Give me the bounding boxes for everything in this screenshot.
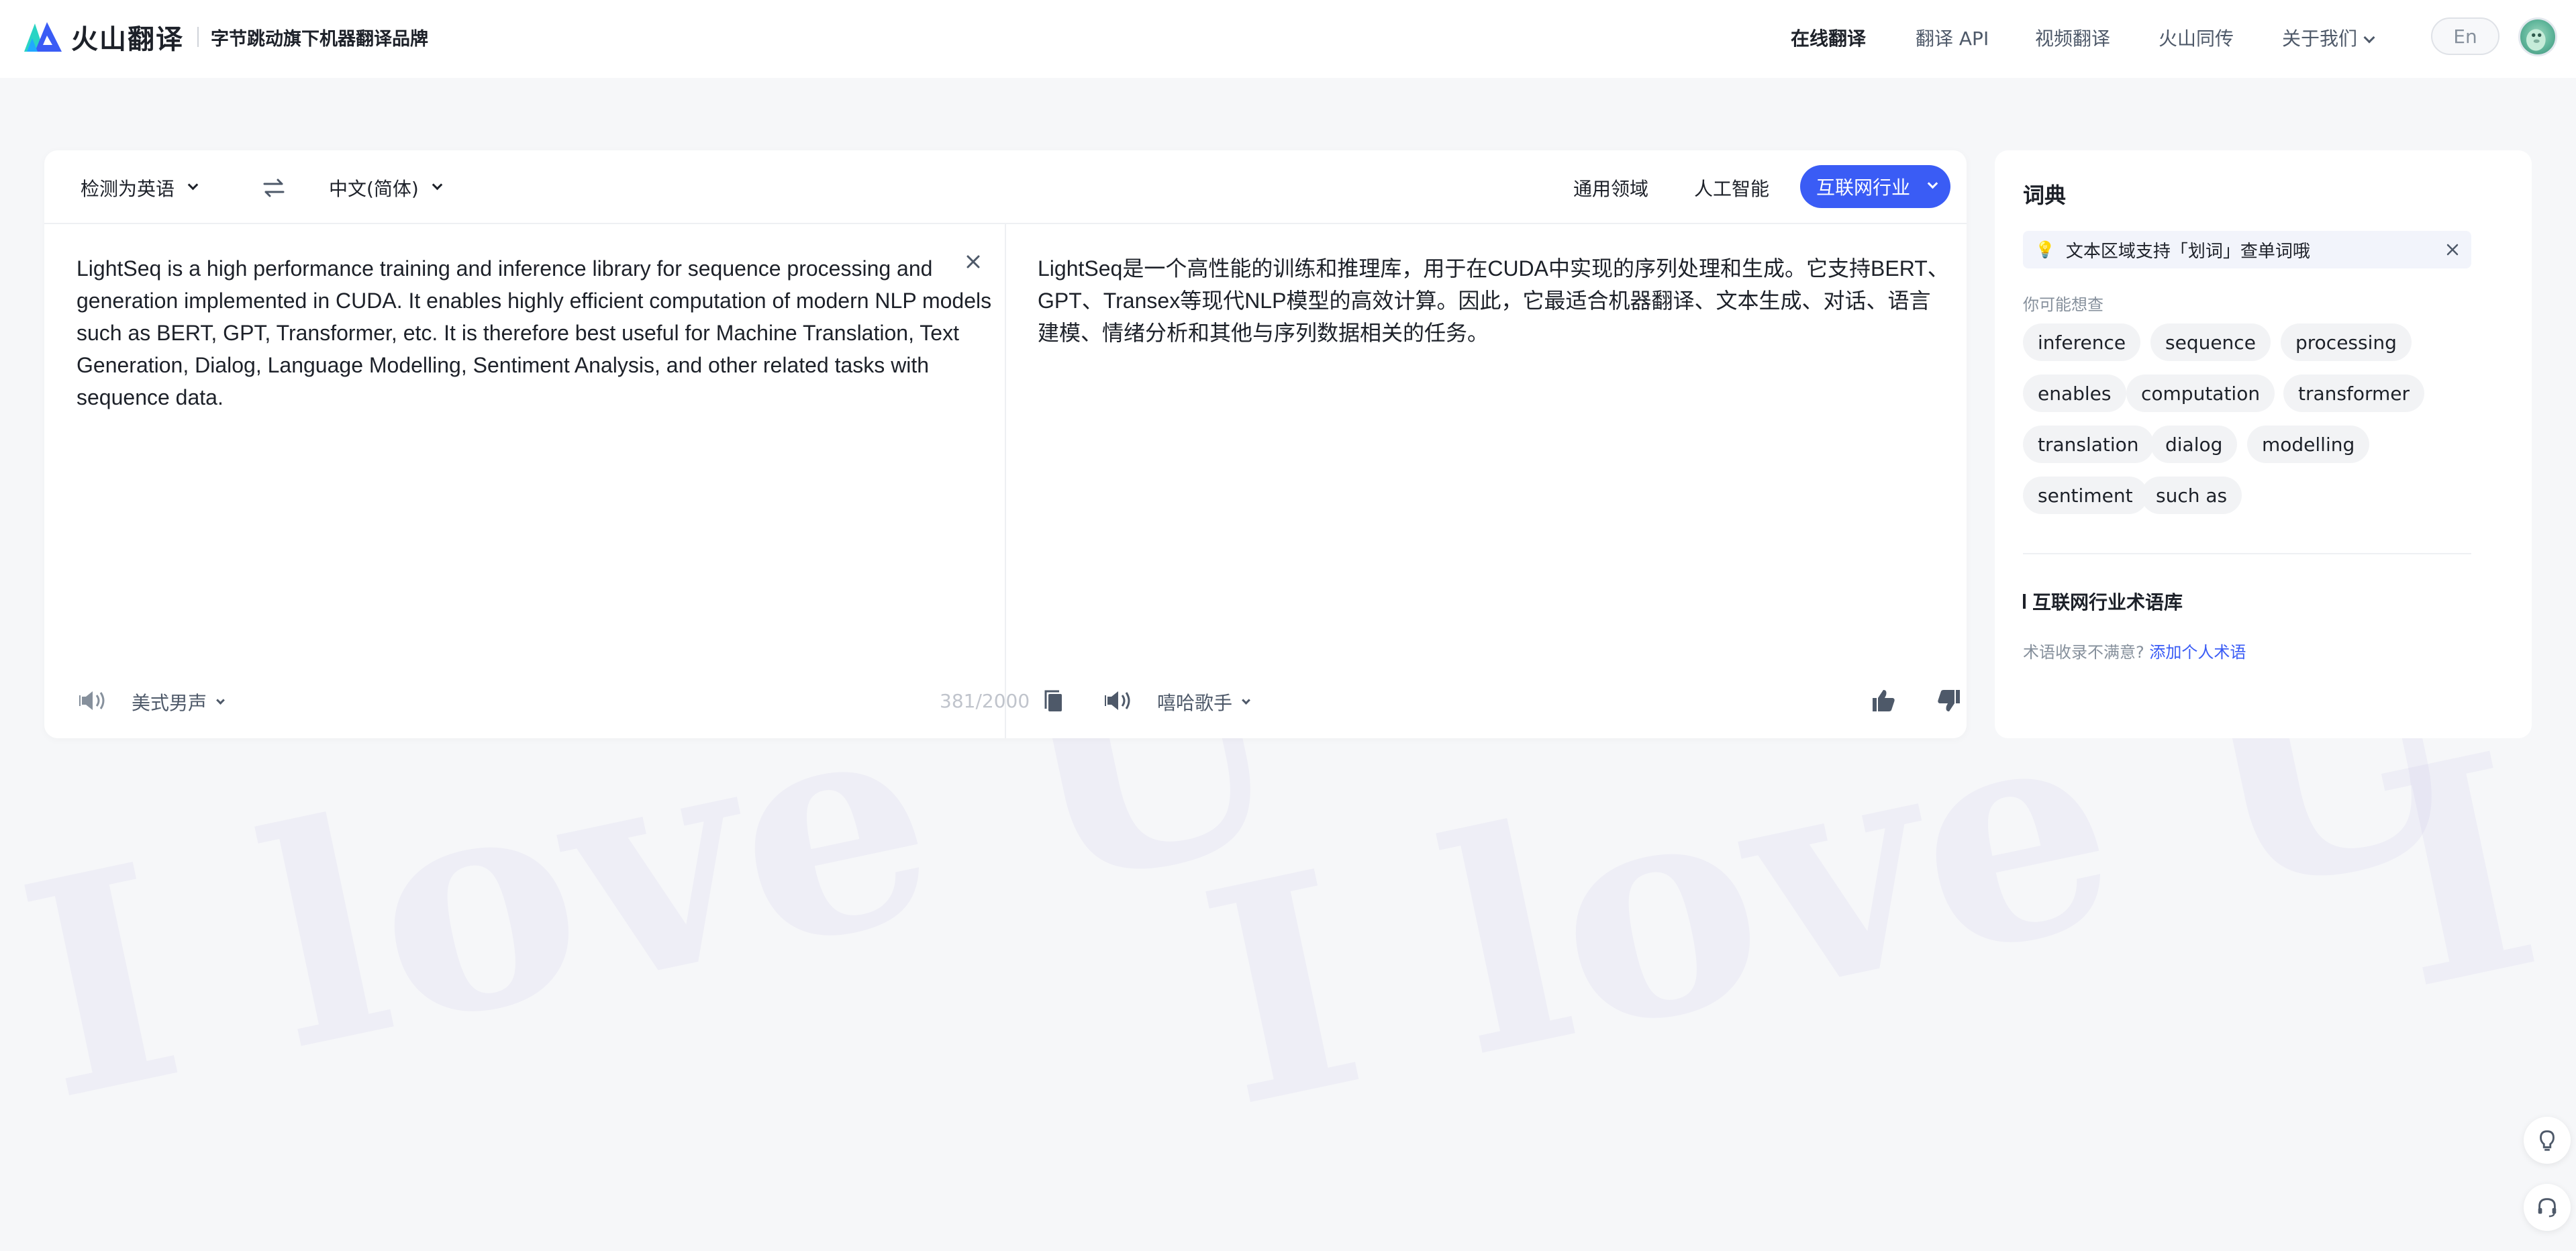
language-switch-button[interactable]: En xyxy=(2431,17,2499,55)
word-chip[interactable]: sentiment xyxy=(2023,477,2148,514)
dictionary-panel: 词典 💡 文本区域支持「划词」查单词哦 你可能想查 inference sequ… xyxy=(1995,150,2532,738)
headset-icon xyxy=(2538,1198,2557,1217)
divider xyxy=(197,27,199,47)
dictionary-tip: 💡 文本区域支持「划词」查单词哦 xyxy=(2023,231,2471,268)
word-chip[interactable]: computation xyxy=(2126,374,2275,412)
support-button[interactable] xyxy=(2524,1184,2571,1231)
word-chip[interactable]: enables xyxy=(2023,374,2126,412)
word-chip[interactable]: modelling xyxy=(2247,426,2370,463)
word-chip[interactable]: such as xyxy=(2141,477,2242,514)
copy-icon[interactable] xyxy=(1040,687,1070,714)
word-chip[interactable]: processing xyxy=(2281,323,2412,361)
domain-ai-button[interactable]: 人工智能 xyxy=(1694,174,1769,201)
source-language-select[interactable]: 检测为英语 xyxy=(81,174,199,201)
divider xyxy=(2023,553,2471,554)
close-icon[interactable] xyxy=(2446,243,2459,256)
swap-icon[interactable] xyxy=(260,174,287,201)
nav-simultaneous[interactable]: 火山同传 xyxy=(2159,24,2234,51)
bulb-icon: 💡 xyxy=(2035,240,2055,259)
chevron-down-icon xyxy=(1927,178,1938,189)
translation-card: 检测为英语 中文(简体) 通用领域 人工智能 互联网行业 LightSeq is… xyxy=(44,150,1967,738)
word-chip[interactable]: translation xyxy=(2023,426,2154,463)
term-hint: 术语收录不满意? 添加个人术语 xyxy=(2023,639,2246,662)
target-voice-label: 嘻哈歌手 xyxy=(1157,692,1233,714)
dictionary-tip-text: 文本区域支持「划词」查单词哦 xyxy=(2065,241,2310,262)
chevron-down-icon xyxy=(216,695,225,705)
suggestion-label: 你可能想查 xyxy=(2023,295,2103,314)
word-chip[interactable]: transformer xyxy=(2283,374,2425,412)
nav-online-translate[interactable]: 在线翻译 xyxy=(1791,24,1866,51)
translation-output: LightSeq是一个高性能的训练和推理库，用于在CUDA中实现的序列处理和生成… xyxy=(1038,256,1949,345)
target-voice-select[interactable]: 嘻哈歌手 xyxy=(1157,689,1250,715)
nav-translate-api[interactable]: 翻译 API xyxy=(1916,24,1989,51)
watermark-text: I xyxy=(2355,687,2563,1056)
target-language-label: 中文(简体) xyxy=(329,178,419,200)
source-voice-select[interactable]: 美式男声 xyxy=(132,689,225,715)
nav-video-translate[interactable]: 视频翻译 xyxy=(2035,24,2110,51)
clear-icon[interactable] xyxy=(962,251,984,272)
top-header: 火山翻译 字节跳动旗下机器翻译品牌 在线翻译 翻译 API 视频翻译 火山同传 … xyxy=(0,0,2576,78)
chevron-down-icon xyxy=(2363,32,2375,44)
word-chip[interactable]: sequence xyxy=(2150,323,2271,361)
chevron-down-icon xyxy=(432,179,443,190)
nav-about-label: 关于我们 xyxy=(2282,28,2358,50)
pane-divider xyxy=(1005,224,1006,738)
character-count: 381/2000 xyxy=(940,690,1030,712)
domain-internet-button[interactable]: 互联网行业 xyxy=(1800,165,1950,208)
tips-button[interactable] xyxy=(2524,1117,2571,1164)
term-library-title: 互联网行业术语库 xyxy=(2023,588,2183,615)
brand-name: 火山翻译 xyxy=(71,24,184,55)
add-term-link[interactable]: 添加个人术语 xyxy=(2149,643,2246,662)
brand-slogan: 字节跳动旗下机器翻译品牌 xyxy=(211,28,428,50)
brand-logo[interactable]: 火山翻译 字节跳动旗下机器翻译品牌 xyxy=(20,17,428,56)
word-chip[interactable]: dialog xyxy=(2150,426,2238,463)
logo-icon xyxy=(24,22,62,52)
thumb-up-icon[interactable] xyxy=(1869,687,1898,714)
title-marker xyxy=(2023,594,2026,609)
thumb-down-icon[interactable] xyxy=(1934,687,1964,714)
language-toolbar: 检测为英语 中文(简体) 通用领域 人工智能 互联网行业 xyxy=(44,150,1967,224)
dictionary-title: 词典 xyxy=(2023,183,2067,208)
chevron-down-icon xyxy=(1242,695,1250,705)
source-language-label: 检测为英语 xyxy=(81,178,175,200)
word-chip[interactable]: inference xyxy=(2023,323,2141,361)
chevron-down-icon xyxy=(187,179,199,190)
lightbulb-icon xyxy=(2540,1130,2555,1151)
avatar-icon xyxy=(2526,29,2546,51)
domain-internet-label: 互联网行业 xyxy=(1816,177,1911,199)
target-language-select[interactable]: 中文(简体) xyxy=(329,174,443,201)
domain-general-button[interactable]: 通用领域 xyxy=(1573,174,1648,201)
term-hint-text: 术语收录不满意? xyxy=(2023,643,2144,662)
source-text-input[interactable]: LightSeq is a high performance training … xyxy=(77,252,996,413)
nav-about-menu[interactable]: 关于我们 xyxy=(2282,24,2375,51)
avatar[interactable] xyxy=(2518,17,2557,56)
speaker-icon[interactable] xyxy=(1103,687,1133,714)
speaker-icon[interactable] xyxy=(78,687,107,714)
term-library-label: 互联网行业术语库 xyxy=(2032,591,2183,613)
source-voice-label: 美式男声 xyxy=(132,692,207,714)
